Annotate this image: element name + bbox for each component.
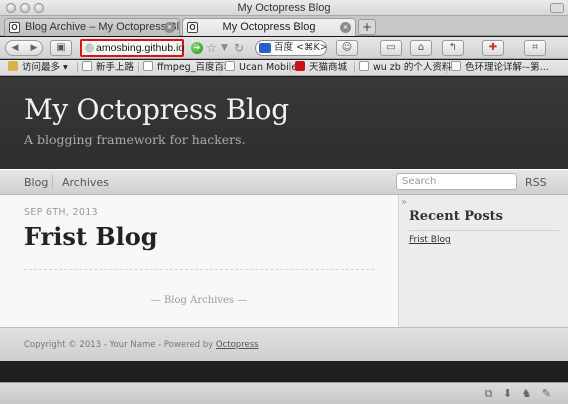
site-header: My Octopress Blog A blogging framework f…: [0, 77, 568, 169]
search-engine-icon[interactable]: [259, 43, 271, 53]
addon-icon[interactable]: ♞: [520, 387, 533, 400]
toolbar-toggle-button[interactable]: [550, 3, 564, 13]
bookmark-label: 天猫商城: [309, 62, 348, 73]
sidebar: » Recent Posts Frist Blog: [398, 195, 568, 327]
star-icon[interactable]: ☆: [206, 41, 217, 55]
octopress-favicon-icon: O: [9, 22, 20, 33]
bookmark-separator: [77, 62, 78, 73]
close-window-button[interactable]: [6, 3, 16, 13]
tab-label: Blog Archive – My Octopress Blog: [25, 21, 180, 33]
bookmark-separator: [290, 62, 291, 73]
page-icon: [82, 61, 92, 71]
recent-post-link[interactable]: Frist Blog: [409, 235, 451, 245]
tab-label: My Octopress Blog: [222, 21, 316, 33]
bookmark-label: wu zb 的个人资料: [373, 62, 452, 73]
url-text: amosbing.github.io: [96, 42, 185, 54]
recent-posts-divider: [409, 230, 559, 231]
screenshot-icon[interactable]: ▭: [380, 40, 402, 56]
site-footer: Copyright © 2013 - Your Name - Powered b…: [0, 327, 568, 361]
url-field[interactable]: amosbing.github.io: [80, 39, 184, 57]
octopress-link[interactable]: Octopress: [216, 340, 259, 350]
site-title[interactable]: My Octopress Blog: [24, 93, 289, 126]
search-engine-field[interactable]: 百度 <⌘K>: [255, 40, 327, 56]
dropdown-arrow-icon[interactable]: ▼: [221, 41, 228, 55]
site-subtitle: A blogging framework for hackers.: [24, 132, 246, 147]
bookmark-label: ffmpeg_百度百科: [157, 62, 234, 73]
blog-archives-link[interactable]: — Blog Archives —: [0, 295, 398, 306]
navigation-toolbar: ◀ ▶ ▣ amosbing.github.io ➜ ☆ ▼ ↻ 百度 <⌘K>…: [0, 37, 568, 59]
post-divider: [24, 269, 374, 270]
zoom-window-button[interactable]: [34, 3, 44, 13]
post-title[interactable]: Frist Blog: [24, 222, 158, 251]
page-icon: [143, 61, 153, 71]
tab-blog-archive[interactable]: O Blog Archive – My Octopress Blog ×: [4, 18, 180, 36]
copyright-text: Copyright © 2013 - Your Name - Powered b…: [24, 340, 216, 350]
search-text: 百度 <⌘K>: [274, 42, 327, 53]
go-arrow-icon[interactable]: ➜: [191, 42, 203, 54]
home-icon[interactable]: ⌂: [410, 40, 432, 56]
site-identity-icon[interactable]: [85, 43, 94, 53]
tab-my-octopress-blog[interactable]: O My Octopress Blog ×: [182, 18, 356, 36]
forward-arrow-icon[interactable]: ▶: [25, 41, 43, 55]
back-arrow-icon[interactable]: ◀: [6, 41, 24, 55]
bookmark-color-theory[interactable]: 色环理论详解-–第...: [451, 60, 565, 75]
crop-icon[interactable]: ⌗: [524, 40, 546, 56]
nav-link-blog[interactable]: Blog: [24, 176, 48, 189]
collapse-sidebar-icon[interactable]: »: [401, 197, 413, 209]
windows-icon[interactable]: ⧉: [482, 387, 495, 400]
reload-icon[interactable]: ↻: [234, 41, 244, 55]
bookmark-separator: [138, 62, 139, 73]
page-icon: [359, 61, 369, 71]
bookmark-arrow-icon[interactable]: ↰: [442, 40, 464, 56]
bookmark-ucan-mobile[interactable]: Ucan Mobile: [225, 60, 297, 75]
bookmark-label: 访问最多: [22, 62, 61, 73]
bookmark-label: Ucan Mobile: [239, 62, 298, 73]
rss-link[interactable]: RSS: [525, 176, 547, 189]
close-tab-icon[interactable]: ×: [340, 22, 351, 33]
octopress-favicon-icon: O: [187, 22, 198, 33]
bookmark-most-visited[interactable]: 访问最多 ▾: [8, 60, 68, 75]
bookmarks-toolbar: 访问最多 ▾ 新手上路 ffmpeg_百度百科 Ucan Mobile 天猫商城…: [0, 60, 568, 76]
post-content: SEP 6TH, 2013 Frist Blog — Blog Archives…: [0, 195, 398, 327]
back-forward-group: ◀ ▶: [5, 40, 43, 56]
window-titlebar: My Octopress Blog: [0, 0, 568, 16]
page-icon: [451, 61, 461, 71]
site-navigation: Blog Archives Search RSS: [0, 169, 568, 195]
status-bar: ⧉ ⬇ ♞ ✎: [0, 382, 568, 404]
addon-red-icon[interactable]: ✚: [482, 40, 504, 56]
site-search-input[interactable]: Search: [396, 173, 517, 190]
page-icon: [225, 61, 235, 71]
tmall-icon: [295, 61, 305, 71]
footer-text: Copyright © 2013 - Your Name - Powered b…: [24, 340, 259, 350]
addon-smiley-icon[interactable]: ☺: [336, 40, 358, 56]
tools-icon[interactable]: ✎: [540, 387, 553, 400]
nav-link-archives[interactable]: Archives: [62, 176, 109, 189]
bookmark-wu-zb[interactable]: wu zb 的个人资料: [359, 60, 451, 75]
bookmark-label: 新手上路: [96, 62, 135, 73]
bookmark-label: 色环理论详解-–第...: [465, 62, 549, 73]
bookmark-getting-started[interactable]: 新手上路: [82, 60, 134, 75]
bookmark-tmall[interactable]: 天猫商城: [295, 60, 347, 75]
close-tab-icon[interactable]: ×: [164, 22, 175, 33]
folder-icon: [8, 61, 18, 71]
new-tab-button[interactable]: +: [358, 19, 376, 35]
bookmark-separator: [354, 62, 355, 73]
recent-posts-heading: Recent Posts: [409, 209, 503, 224]
bookmark-separator: [446, 62, 447, 73]
page-bottom-band: [0, 361, 568, 382]
post-date: SEP 6TH, 2013: [24, 207, 98, 218]
home-page-icon[interactable]: ▣: [50, 40, 72, 56]
bookmark-separator: [220, 62, 221, 73]
nav-divider: [52, 175, 53, 189]
minimize-window-button[interactable]: [20, 3, 30, 13]
page-viewport: My Octopress Blog A blogging framework f…: [0, 77, 568, 382]
download-icon[interactable]: ⬇: [501, 387, 514, 400]
window-title: My Octopress Blog: [237, 2, 331, 14]
tab-strip: O Blog Archive – My Octopress Blog × O M…: [0, 16, 568, 36]
